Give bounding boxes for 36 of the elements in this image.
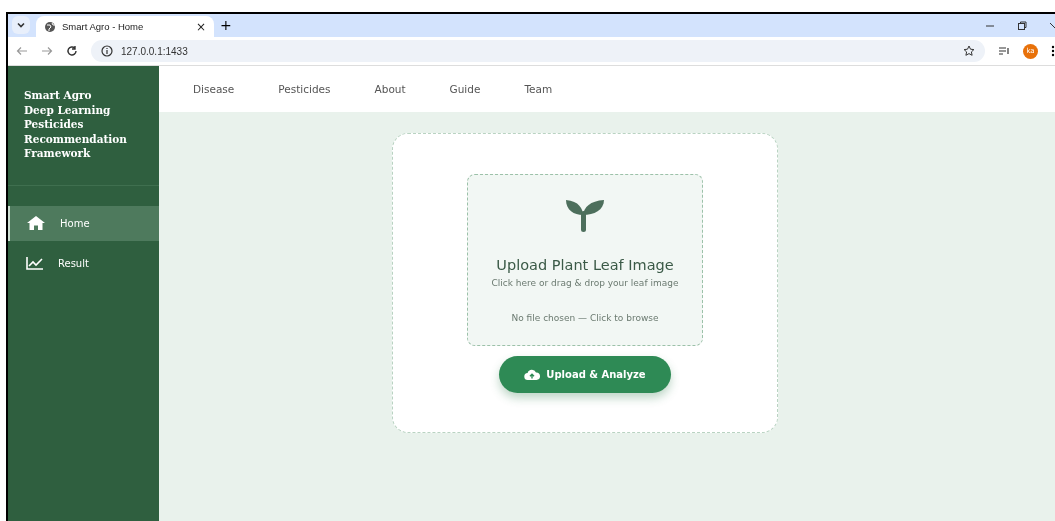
- close-tab-button[interactable]: ×: [195, 19, 206, 34]
- browser-tab[interactable]: Smart Agro - Home ×: [36, 16, 214, 37]
- upload-hint: Click here or drag & drop your leaf image: [491, 278, 679, 288]
- nav-link[interactable]: Team: [524, 83, 553, 95]
- upload-title: Upload Plant Leaf Image: [496, 257, 674, 273]
- tab-list-button[interactable]: [12, 16, 30, 34]
- nav-link[interactable]: Disease: [193, 83, 235, 95]
- home-icon: [26, 215, 46, 231]
- nav-link[interactable]: About: [374, 83, 406, 95]
- info-icon[interactable]: [101, 45, 113, 57]
- brand-title-line: Smart Agro: [24, 88, 93, 103]
- upload-analyze-button[interactable]: Upload & Analyze: [499, 356, 671, 393]
- file-status: No file chosen — Click to browse: [511, 313, 659, 323]
- drop-zone[interactable]: Upload Plant Leaf Image Click here or drag & drop your leaf image No file chosen — Click to browse: [467, 174, 703, 346]
- nav-link[interactable]: Pesticides: [278, 83, 331, 95]
- sidebar-item[interactable]: Result: [8, 245, 159, 281]
- brand-title-line: Recommendation: [24, 131, 128, 146]
- new-tab-button[interactable]: +: [220, 17, 232, 33]
- restore-icon[interactable]: [1017, 20, 1027, 31]
- nav-link[interactable]: Guide: [449, 83, 481, 95]
- close-icon[interactable]: [1049, 20, 1055, 31]
- cloud-upload-icon: [524, 368, 541, 381]
- bookmark-star-icon[interactable]: [963, 45, 975, 57]
- media-queue-icon[interactable]: [998, 45, 1010, 57]
- sidebar-item[interactable]: Home: [8, 205, 159, 241]
- chevron-down-icon: [16, 20, 26, 30]
- menu-icon[interactable]: [1051, 45, 1055, 57]
- reload-icon[interactable]: [66, 45, 78, 57]
- brand-title-line: Pesticides: [24, 117, 85, 132]
- tab-title: Smart Agro - Home: [62, 21, 145, 32]
- url-text: 127.0.0.1:1433: [121, 45, 188, 57]
- address-bar[interactable]: 127.0.0.1:1433: [91, 40, 985, 62]
- brand-title-line: Deep Learning: [24, 102, 112, 117]
- brand-title-line: Framework: [24, 146, 92, 161]
- globe-icon: [44, 20, 56, 33]
- line-chart-icon: [26, 256, 44, 270]
